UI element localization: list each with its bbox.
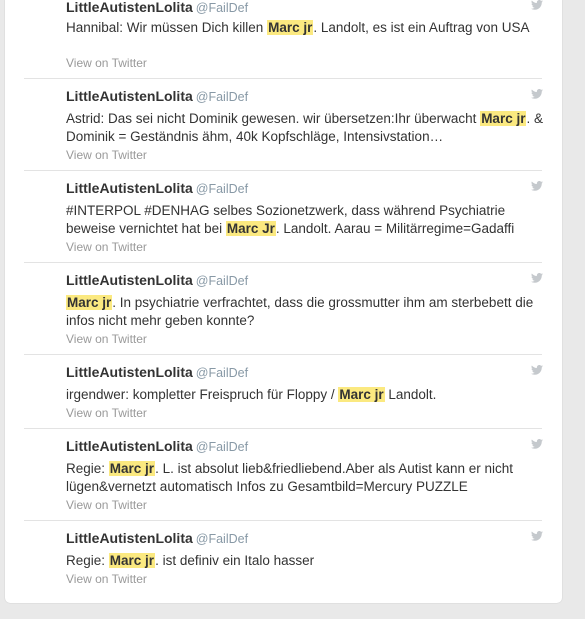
tweet-text-segment: . Landolt. Aarau = Militärregime=Gadaffi	[275, 221, 515, 236]
tweet-item: LittleAutistenLolita @FailDef Astrid: Das …	[24, 78, 543, 171]
tweet-text: Astrid: Das sei nicht Dominik gewesen. w…	[66, 110, 546, 146]
tweet-text-segment: Regie:	[66, 553, 109, 568]
tweet-text: #INTERPOL #DENHAG selbes Sozionetzwerk, …	[66, 202, 546, 238]
author-name[interactable]: LittleAutistenLolita	[66, 530, 193, 546]
author-handle[interactable]: @FailDef	[196, 90, 248, 104]
tweet-header: LittleAutistenLolita @FailDef	[66, 180, 248, 198]
tweet-header: LittleAutistenLolita @FailDef	[66, 364, 248, 382]
view-on-twitter-link[interactable]: View on Twitter	[66, 406, 147, 420]
twitter-bird-icon[interactable]	[531, 89, 543, 99]
author-name[interactable]: LittleAutistenLolita	[66, 180, 193, 196]
tweet-text: Regie: Marc jr. L. ist absolut lieb&frie…	[66, 460, 546, 496]
search-term-highlight: Marc jr	[338, 387, 385, 402]
author-name[interactable]: LittleAutistenLolita	[66, 364, 193, 380]
tweet-text-segment: Hannibal: Wir müssen Dich killen	[66, 20, 268, 35]
tweet-item: LittleAutistenLolita @FailDef Regie: Marc …	[24, 428, 543, 521]
tweet-header: LittleAutistenLolita @FailDef	[66, 272, 248, 290]
author-handle[interactable]: @FailDef	[196, 182, 248, 196]
view-on-twitter-link[interactable]: View on Twitter	[66, 148, 147, 162]
tweet-text: Hannibal: Wir müssen Dich killen Marc jr…	[66, 19, 546, 37]
tweet-text-segment: irgendwer: kompletter Freispruch für Flo…	[66, 387, 339, 402]
twitter-bird-icon[interactable]	[531, 0, 543, 10]
author-handle[interactable]: @FailDef	[196, 366, 248, 380]
author-name[interactable]: LittleAutistenLolita	[66, 0, 193, 15]
tweet-header: LittleAutistenLolita @FailDef	[66, 530, 248, 548]
view-on-twitter-link[interactable]: View on Twitter	[66, 56, 147, 70]
tweet-list: LittleAutistenLolita @FailDef Hannibal: Wi…	[5, 0, 562, 603]
tweet-header: LittleAutistenLolita @FailDef	[66, 88, 248, 106]
tweet-text: Regie: Marc jr. ist definiv ein Italo ha…	[66, 552, 546, 570]
tweet-item: LittleAutistenLolita @FailDef Marc jr. In …	[24, 262, 543, 355]
twitter-search-widget: LittleAutistenLolita @FailDef Hannibal: Wi…	[5, 0, 562, 603]
tweet-text-segment: Regie:	[66, 461, 109, 476]
search-term-highlight: Marc jr	[480, 111, 527, 126]
author-name[interactable]: LittleAutistenLolita	[66, 272, 193, 288]
twitter-bird-icon[interactable]	[531, 365, 543, 375]
tweet-header: LittleAutistenLolita @FailDef	[66, 0, 248, 17]
tweet-text-segment: . ist definiv ein Italo hasser	[155, 553, 315, 568]
author-name[interactable]: LittleAutistenLolita	[66, 438, 193, 454]
search-term-highlight: Marc jr	[108, 553, 156, 568]
search-term-highlight: Marc jr	[267, 20, 314, 35]
view-on-twitter-link[interactable]: View on Twitter	[66, 572, 147, 586]
tweet-text-segment: Astrid: Das sei nicht Dominik gewesen. w…	[66, 111, 481, 126]
tweet-header: LittleAutistenLolita @FailDef	[66, 438, 248, 456]
author-handle[interactable]: @FailDef	[196, 1, 248, 15]
tweet-item: LittleAutistenLolita @FailDef #INTERPOL #D…	[24, 170, 543, 263]
tweet-text-segment: . Landolt, es ist ein Auftrag von USA	[313, 20, 530, 35]
author-name[interactable]: LittleAutistenLolita	[66, 88, 193, 104]
tweet-item: LittleAutistenLolita @FailDef Regie: Marc …	[24, 520, 543, 600]
search-term-highlight: Marc Jr	[225, 221, 276, 236]
twitter-bird-icon[interactable]	[531, 439, 543, 449]
author-handle[interactable]: @FailDef	[196, 274, 248, 288]
view-on-twitter-link[interactable]: View on Twitter	[66, 240, 147, 254]
tweet-item: LittleAutistenLolita @FailDef Hannibal: Wi…	[24, 0, 543, 79]
search-term-highlight: Marc jr	[66, 295, 113, 310]
twitter-bird-icon[interactable]	[531, 181, 543, 191]
tweet-text: Marc jr. In psychiatrie verfrachtet, das…	[66, 294, 546, 330]
view-on-twitter-link[interactable]: View on Twitter	[66, 498, 147, 512]
twitter-bird-icon[interactable]	[531, 273, 543, 283]
author-handle[interactable]: @FailDef	[196, 532, 248, 546]
tweet-text-segment: Landolt.	[384, 387, 437, 402]
tweet-text-segment: . In psychiatrie verfrachtet, dass die g…	[66, 295, 534, 328]
search-term-highlight: Marc jr	[108, 461, 156, 476]
view-on-twitter-link[interactable]: View on Twitter	[66, 332, 147, 346]
tweet-item: LittleAutistenLolita @FailDef irgendwer: k…	[24, 354, 543, 429]
twitter-bird-icon[interactable]	[531, 531, 543, 541]
author-handle[interactable]: @FailDef	[196, 440, 248, 454]
tweet-text: irgendwer: kompletter Freispruch für Flo…	[66, 386, 546, 404]
